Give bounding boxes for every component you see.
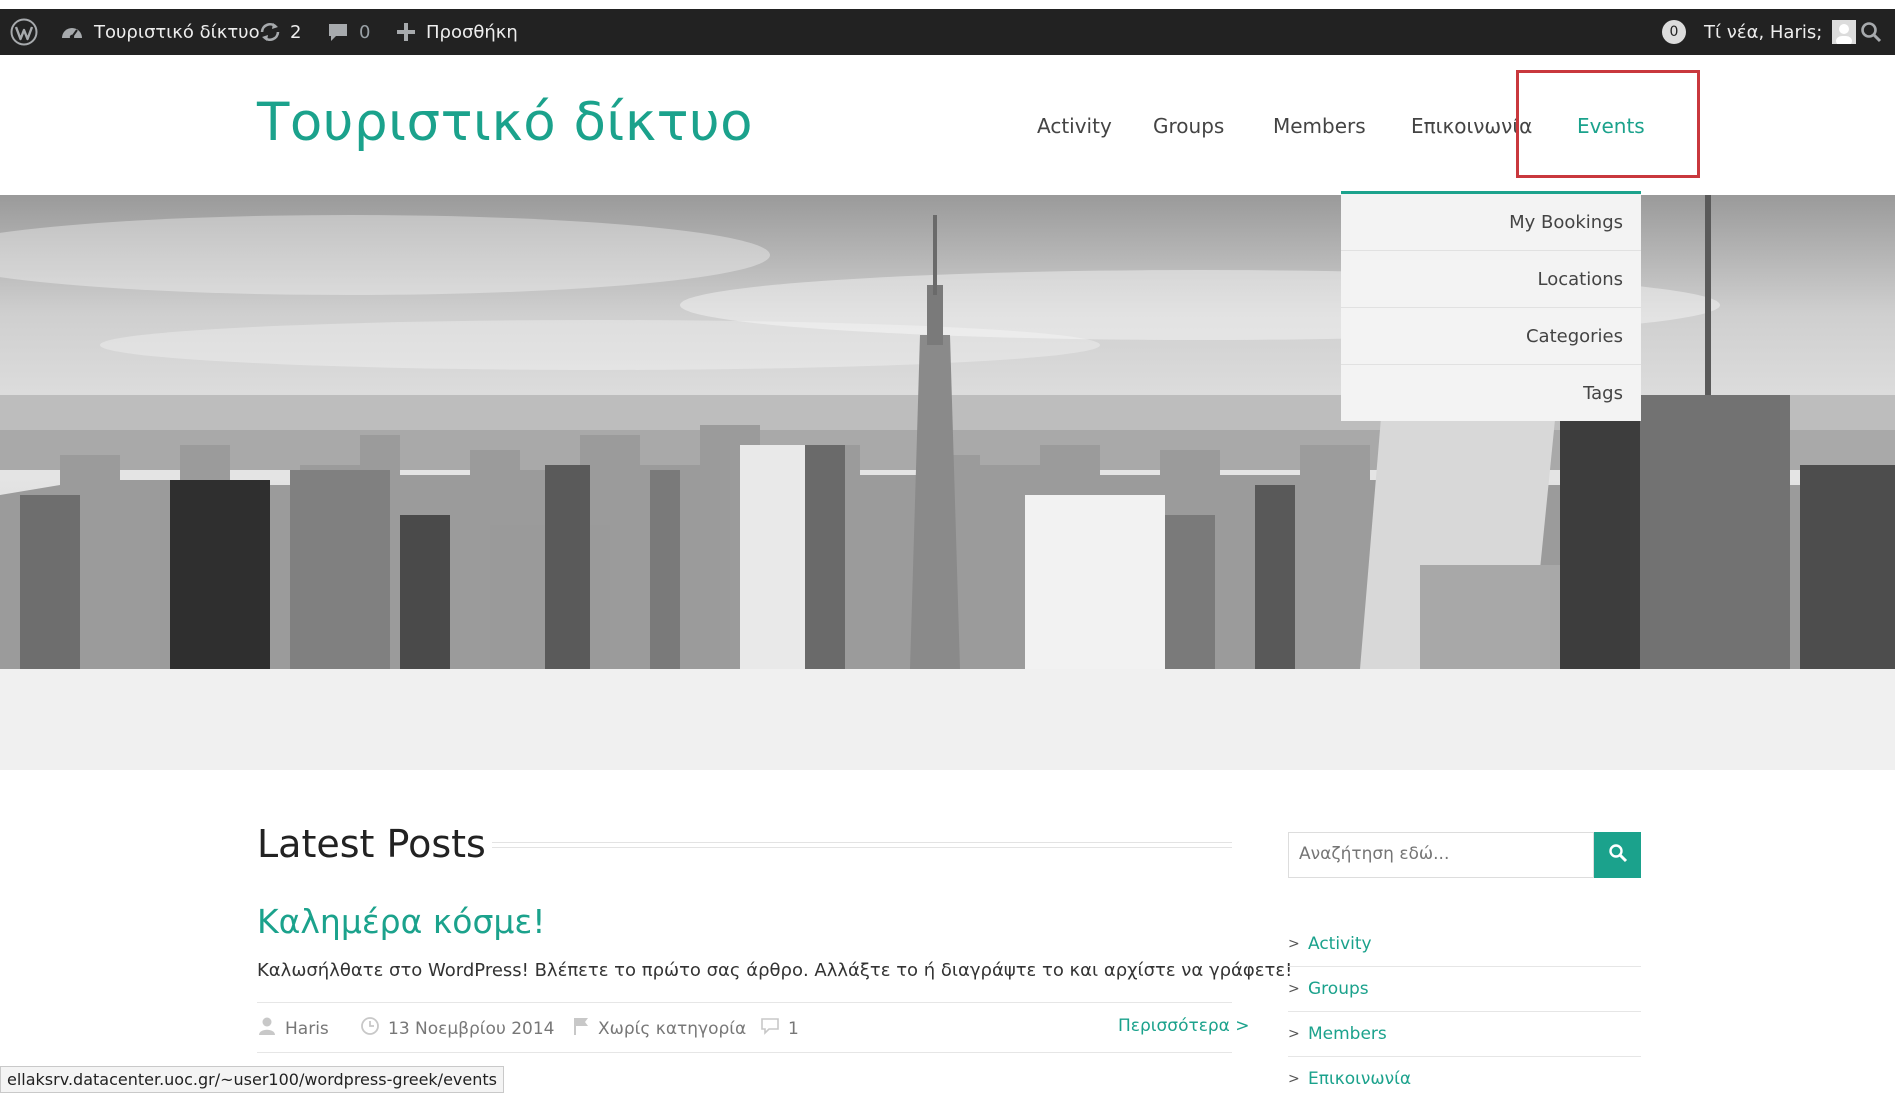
dropdown-item-categories[interactable]: Categories (1341, 308, 1641, 365)
nav-groups[interactable]: Groups (1153, 114, 1224, 138)
dropdown-item-tags[interactable]: Tags (1341, 365, 1641, 421)
post-author[interactable]: Haris (257, 1016, 329, 1041)
events-highlight-box (1516, 70, 1700, 178)
read-more-link[interactable]: Περισσότερα > (1118, 1016, 1250, 1036)
refresh-icon (258, 21, 282, 43)
nav-members[interactable]: Members (1273, 114, 1366, 138)
sidebar-link-label: Επικοινωνία (1308, 1069, 1412, 1089)
updates-link[interactable]: 2 (258, 9, 301, 55)
wordpress-logo-icon[interactable] (10, 9, 38, 55)
new-content-menu[interactable]: Προσθήκη (396, 9, 518, 55)
meta-divider-top (257, 1002, 1232, 1003)
sidebar-link-label: Activity (1308, 934, 1372, 954)
sidebar-link-label: Members (1308, 1024, 1387, 1044)
updates-count: 2 (290, 21, 302, 43)
date-text: 13 Νοεμβρίου 2014 (388, 1018, 555, 1039)
greeting-label: Τί νέα, Haris; (1704, 21, 1823, 43)
sidebar-search-field[interactable] (1288, 832, 1599, 878)
sidebar-link-activity[interactable]: > Activity (1288, 922, 1641, 967)
dashboard-icon (60, 21, 84, 43)
new-label: Προσθήκη (426, 21, 518, 43)
admin-bar: Τουριστικό δίκτυο 2 0 Προσθήκη 0 Τί νέα,… (0, 9, 1895, 55)
chevron-right-icon: > (1288, 981, 1300, 997)
window-top-strip (0, 0, 1895, 9)
chevron-right-icon: > (1288, 936, 1300, 952)
flag-icon (572, 1016, 590, 1041)
comments-link[interactable]: 0 (327, 9, 370, 55)
chevron-right-icon: > (1288, 1026, 1300, 1042)
clock-icon (360, 1016, 380, 1041)
dropdown-item-my-bookings[interactable]: My Bookings (1341, 194, 1641, 251)
post-category[interactable]: Χωρίς κατηγορία (572, 1016, 746, 1041)
comments-count: 0 (359, 21, 371, 43)
search-button[interactable] (1594, 832, 1641, 878)
search-icon[interactable] (1860, 9, 1882, 55)
nav-contact[interactable]: Επικοινωνία (1411, 114, 1532, 138)
post-excerpt: Καλωσήλθατε στο WordPress! Βλέπετε το πρ… (257, 960, 1293, 981)
notifications-badge[interactable]: 0 (1662, 9, 1686, 55)
events-dropdown-menu: My Bookings Locations Categories Tags (1341, 191, 1641, 421)
comment-bubble-icon (760, 1016, 780, 1041)
author-name: Haris (285, 1018, 329, 1039)
sidebar-link-members[interactable]: > Members (1288, 1012, 1641, 1057)
notifications-count: 0 (1662, 20, 1686, 44)
section-divider (492, 842, 1232, 848)
sidebar-link-groups[interactable]: > Groups (1288, 967, 1641, 1012)
meta-divider-bottom (257, 1052, 1232, 1053)
browser-status-url: ellaksrv.datacenter.uoc.gr/~user100/word… (0, 1066, 504, 1093)
avatar (1832, 20, 1857, 44)
post-date: 13 Νοεμβρίου 2014 (360, 1016, 554, 1041)
post-title-link[interactable]: Καλημέρα κόσμε! (257, 902, 545, 941)
sidebar-link-contact[interactable]: > Επικοινωνία (1288, 1057, 1641, 1101)
sidebar-link-label: Groups (1308, 979, 1369, 999)
comment-icon (327, 21, 349, 43)
nav-activity[interactable]: Activity (1037, 114, 1112, 138)
site-name-label: Τουριστικό δίκτυο (94, 21, 260, 43)
dropdown-item-locations[interactable]: Locations (1341, 251, 1641, 308)
content-separator-band (0, 669, 1895, 770)
category-text: Χωρίς κατηγορία (598, 1018, 747, 1039)
search-icon (1608, 843, 1628, 868)
section-title: Latest Posts (257, 822, 486, 866)
chevron-right-icon: > (1288, 1071, 1300, 1087)
site-name-menu[interactable]: Τουριστικό δίκτυο (60, 9, 260, 55)
search-input[interactable] (1289, 833, 1599, 875)
comments-number: 1 (788, 1018, 799, 1039)
user-icon (257, 1016, 277, 1041)
site-title[interactable]: Τουριστικό δίκτυο (257, 92, 753, 153)
account-menu[interactable]: Τί νέα, Haris; (1704, 9, 1857, 55)
post-comments[interactable]: 1 (760, 1016, 799, 1041)
plus-icon (396, 22, 416, 42)
